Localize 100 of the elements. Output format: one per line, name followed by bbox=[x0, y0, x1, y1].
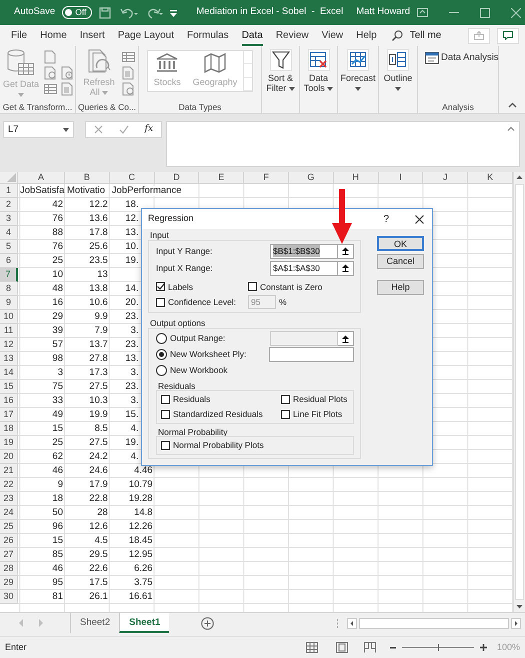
column-letter[interactable]: B bbox=[65, 172, 110, 184]
row-number[interactable]: 6 bbox=[0, 254, 18, 268]
row-number[interactable]: 8 bbox=[0, 282, 18, 296]
row-number[interactable]: 14 bbox=[0, 366, 18, 380]
name-box[interactable]: L7 bbox=[3, 121, 74, 138]
row-number[interactable]: 12 bbox=[0, 338, 18, 352]
cell-value: 12. bbox=[125, 214, 139, 224]
column-title: JobSatisfa bbox=[20, 186, 64, 196]
row-number[interactable]: 9 bbox=[0, 296, 18, 310]
column-letter[interactable]: F bbox=[244, 172, 289, 184]
cell-value: 12.95 bbox=[128, 550, 153, 560]
row-number[interactable]: 21 bbox=[0, 464, 18, 478]
cell-value: 9 bbox=[58, 480, 63, 490]
cell-value: 39 bbox=[52, 326, 63, 336]
menu-tab[interactable]: Page Layout bbox=[118, 25, 174, 46]
ribbon-button[interactable]: Data Tools bbox=[298, 49, 338, 94]
cell-value: 23. bbox=[125, 312, 139, 322]
dialog-button[interactable]: OK bbox=[377, 236, 424, 251]
column-letter[interactable]: C bbox=[110, 172, 155, 184]
row-number[interactable]: 27 bbox=[0, 548, 18, 562]
cell-value: 12.26 bbox=[128, 522, 153, 532]
range-field[interactable]: $B$1:$B$30 bbox=[270, 244, 338, 258]
cell-value: 4.5 bbox=[94, 536, 108, 546]
row-number[interactable]: 25 bbox=[0, 520, 18, 534]
column-letter[interactable]: D bbox=[154, 172, 200, 184]
insert-function-button[interactable]: fx bbox=[144, 122, 154, 136]
row-number[interactable]: 24 bbox=[0, 506, 18, 520]
row-number[interactable]: 18 bbox=[0, 422, 18, 436]
row-number[interactable]: 4 bbox=[0, 226, 18, 240]
column-letter[interactable]: E bbox=[199, 172, 244, 184]
cell-value: 25 bbox=[52, 438, 63, 448]
autosave-label: AutoSave bbox=[14, 5, 56, 20]
cell-value: 48 bbox=[52, 284, 63, 294]
cell-value: 19.9 bbox=[89, 410, 108, 420]
menu-tab[interactable]: Home bbox=[40, 25, 67, 46]
menu-tab[interactable]: Review bbox=[276, 25, 309, 46]
sheet-tab[interactable]: Sheet1 bbox=[119, 613, 170, 633]
column-title: Motivatio bbox=[67, 186, 106, 196]
row-number[interactable]: 5 bbox=[0, 240, 18, 254]
cell-value: 15 bbox=[52, 424, 63, 434]
row-number[interactable]: 13 bbox=[0, 352, 18, 366]
row-number[interactable]: 1 bbox=[0, 184, 18, 198]
column-letter[interactable]: K bbox=[468, 172, 513, 184]
checkbox-label: Residual Plots bbox=[293, 393, 348, 406]
row-number[interactable]: 3 bbox=[0, 212, 18, 226]
menu-tab[interactable]: Formulas bbox=[187, 25, 229, 46]
radio-label: New Workbook bbox=[170, 364, 228, 378]
column-letter[interactable]: J bbox=[423, 172, 468, 184]
dialog-button[interactable]: Cancel bbox=[377, 254, 424, 269]
ribbon-button[interactable]: Sort & Filter bbox=[260, 49, 300, 94]
group-label: Data Types bbox=[178, 101, 222, 113]
autosave-toggle[interactable]: Off bbox=[62, 6, 92, 19]
menu-tab[interactable]: Help bbox=[356, 25, 377, 46]
cell-value: 22.6 bbox=[89, 564, 108, 574]
column-letter[interactable]: G bbox=[288, 172, 334, 184]
cell-value: 29 bbox=[52, 312, 63, 322]
row-number[interactable]: 16 bbox=[0, 394, 18, 408]
checkbox-label: Residuals bbox=[173, 393, 210, 406]
cell-value: 29.5 bbox=[89, 550, 108, 560]
menu-tab[interactable]: File bbox=[11, 25, 28, 46]
cell-value: 57 bbox=[52, 340, 63, 350]
cell-value: 28 bbox=[97, 508, 108, 518]
cell-value: 19. bbox=[125, 256, 139, 266]
row-number[interactable]: 7 bbox=[0, 268, 18, 282]
row-number[interactable]: 28 bbox=[0, 562, 18, 576]
cell-value: 6.26 bbox=[134, 564, 153, 574]
tell-me-search[interactable]: Tell me bbox=[410, 28, 442, 43]
cell-value: 13 bbox=[97, 270, 108, 280]
group-label: Analysis bbox=[441, 101, 475, 113]
row-number[interactable]: 17 bbox=[0, 408, 18, 422]
column-letter[interactable]: H bbox=[334, 172, 379, 184]
row-number[interactable]: 19 bbox=[0, 436, 18, 450]
row-number[interactable]: 26 bbox=[0, 534, 18, 548]
dialog-button[interactable]: Help bbox=[377, 280, 424, 295]
column-letter[interactable]: I bbox=[378, 172, 424, 184]
ribbon-button[interactable]: Outline bbox=[378, 49, 418, 92]
row-number[interactable]: 23 bbox=[0, 492, 18, 506]
column-letter[interactable]: A bbox=[18, 172, 65, 184]
row-number[interactable]: 22 bbox=[0, 478, 18, 492]
row-number[interactable]: 2 bbox=[0, 198, 18, 212]
row-number[interactable]: 11 bbox=[0, 324, 18, 338]
row-number[interactable]: 29 bbox=[0, 576, 18, 590]
menu-tab[interactable]: Insert bbox=[80, 25, 105, 46]
cell-value: 14. bbox=[125, 284, 139, 294]
data-analysis-button[interactable]: Data Analysis bbox=[424, 52, 500, 64]
menu-tab[interactable]: View bbox=[322, 25, 344, 46]
help-button[interactable]: ? bbox=[383, 212, 389, 226]
status-mode: Enter bbox=[5, 640, 27, 654]
cell-value: 27.8 bbox=[89, 354, 108, 364]
cell-value: 13.8 bbox=[89, 284, 108, 294]
row-number[interactable]: 10 bbox=[0, 310, 18, 324]
cell-value: 18.45 bbox=[128, 536, 153, 546]
section-label: Output options bbox=[149, 319, 206, 328]
cell-value: 3. bbox=[130, 326, 139, 336]
ribbon-button[interactable]: Forecast bbox=[338, 49, 378, 92]
range-field[interactable]: $A$1:$A$30 bbox=[270, 260, 338, 276]
row-number[interactable]: 15 bbox=[0, 380, 18, 394]
row-number[interactable]: 30 bbox=[0, 590, 18, 604]
cell-value: 15 bbox=[52, 536, 63, 546]
row-number[interactable]: 20 bbox=[0, 450, 18, 464]
